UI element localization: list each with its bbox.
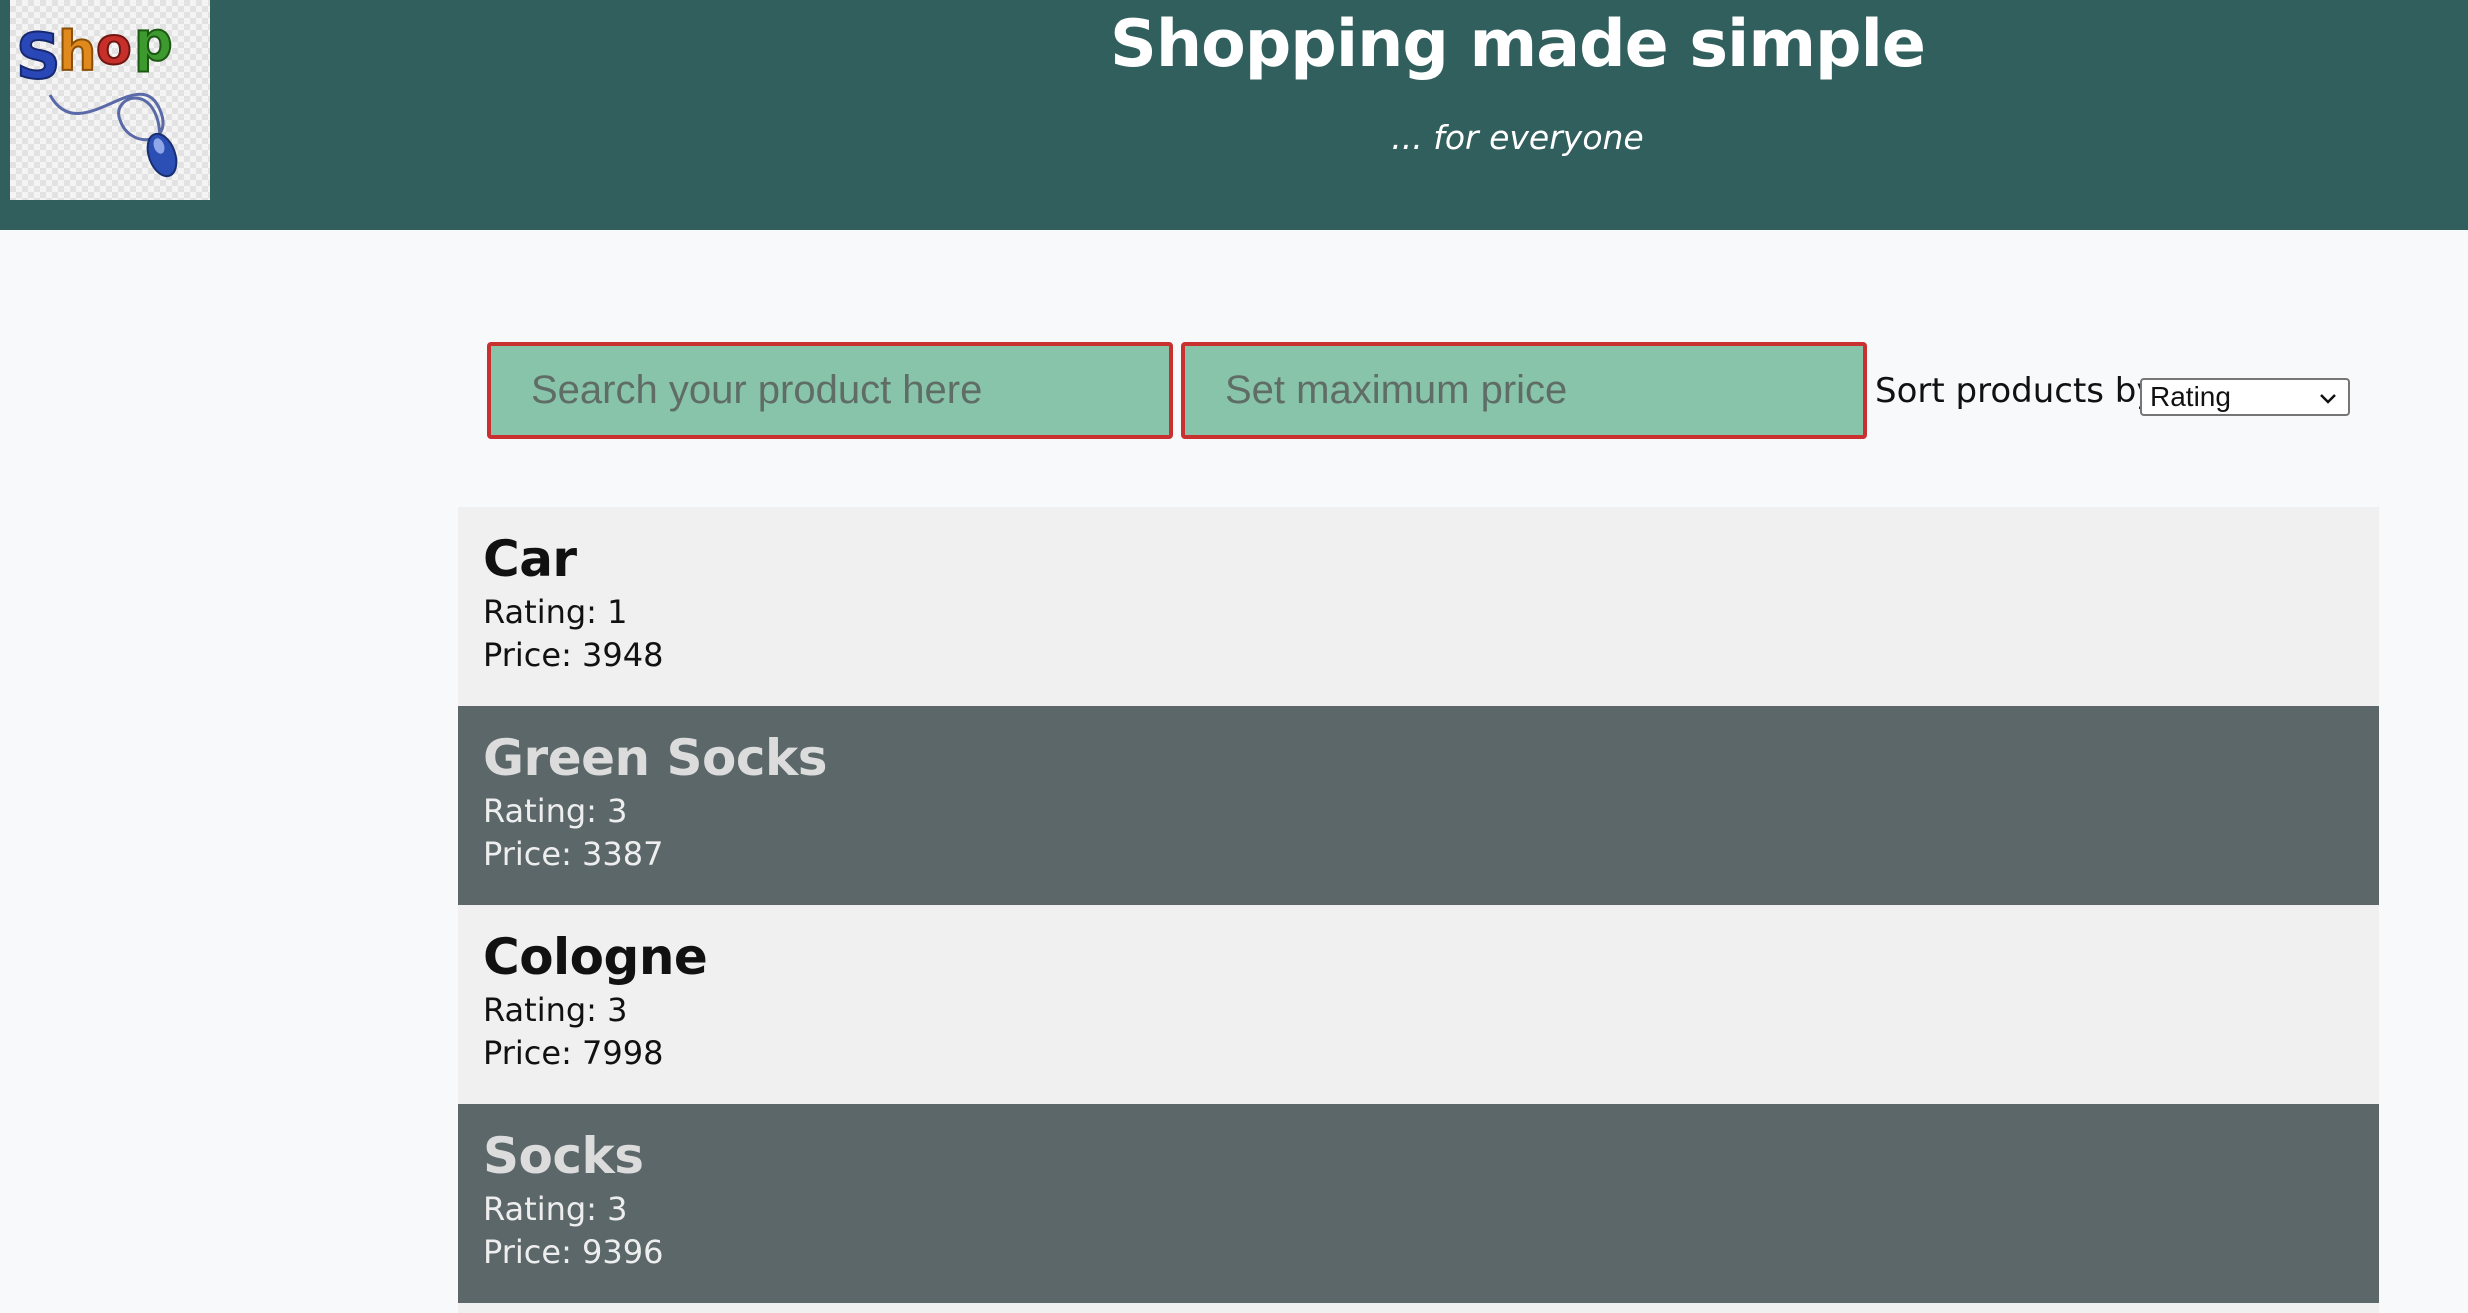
sort-label: Sort products by: (1875, 371, 2166, 411)
shop-logo[interactable]: S h o p (10, 0, 210, 200)
product-rating: Rating: 1 (483, 593, 628, 631)
list-continuation (458, 1303, 2379, 1313)
max-price-input[interactable] (1181, 342, 1867, 439)
svg-text:o: o (96, 17, 132, 77)
product-card[interactable]: Socks Rating: 3 Price: 9396 (458, 1104, 2379, 1303)
product-rating: Rating: 3 (483, 991, 628, 1029)
product-rating: Rating: 3 (483, 1190, 628, 1228)
svg-text:p: p (134, 10, 173, 73)
product-price: Price: 3387 (483, 835, 664, 873)
product-price: Price: 9396 (483, 1233, 664, 1271)
page-title: Shopping made simple (1110, 7, 1926, 82)
product-rating: Rating: 3 (483, 792, 628, 830)
product-price: Price: 3948 (483, 636, 664, 674)
product-card[interactable]: Cologne Rating: 3 Price: 7998 (458, 905, 2379, 1104)
page-subtitle: ... for everyone (1391, 118, 1644, 157)
svg-text:S: S (16, 20, 61, 93)
chevron-down-icon (2320, 394, 2336, 404)
product-list: Car Rating: 1 Price: 3948 Green Socks Ra… (458, 507, 2379, 1313)
sort-select[interactable]: Rating (2140, 378, 2350, 416)
product-card[interactable]: Green Socks Rating: 3 Price: 3387 (458, 706, 2379, 905)
product-name: Car (483, 530, 577, 588)
product-name: Socks (483, 1127, 644, 1185)
site-header: S h o p Shopping made simple ... for eve… (0, 0, 2468, 230)
product-price: Price: 7998 (483, 1034, 664, 1072)
product-name: Cologne (483, 928, 708, 986)
shop-logo-image: S h o p (15, 9, 178, 178)
search-input[interactable] (487, 342, 1173, 439)
sort-select-value: Rating (2150, 381, 2231, 412)
product-card[interactable]: Car Rating: 1 Price: 3948 (458, 507, 2379, 706)
svg-text:h: h (58, 20, 96, 83)
product-name: Green Socks (483, 729, 828, 787)
